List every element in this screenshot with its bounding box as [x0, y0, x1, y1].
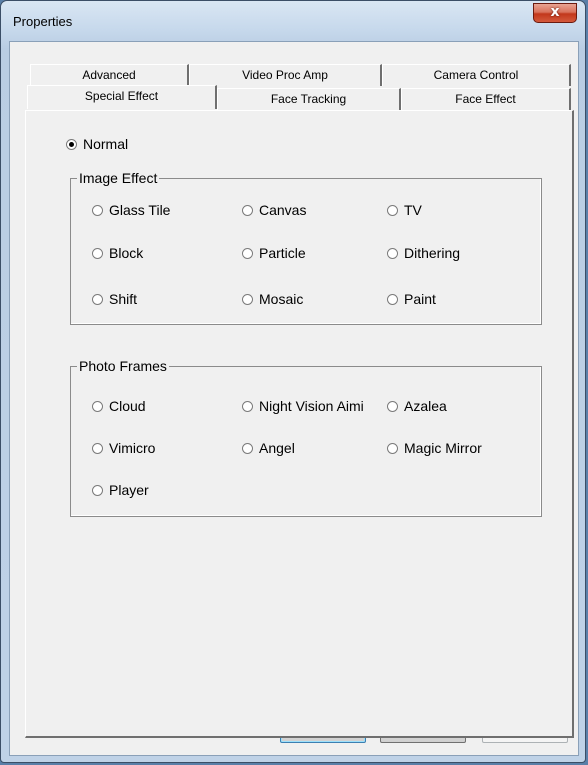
radio-indicator [66, 139, 77, 150]
special-effect-panel: Normal Image Effect Glass Tile Canvas TV [25, 110, 574, 738]
radio-label: Cloud [109, 398, 146, 414]
radio-indicator [387, 248, 398, 259]
close-button[interactable]: x [533, 3, 577, 23]
tab-label: Face Effect [455, 92, 516, 106]
radio-indicator [387, 205, 398, 216]
radio-label: TV [404, 202, 422, 218]
radio-label: Block [109, 245, 144, 261]
tab-video-proc-amp[interactable]: Video Proc Amp [189, 64, 382, 86]
radio-indicator [92, 443, 103, 454]
tab-camera-control[interactable]: Camera Control [382, 64, 571, 86]
radio-indicator [242, 401, 253, 412]
radio-label: Player [109, 482, 149, 498]
tab-label: Camera Control [433, 68, 519, 82]
radio-label: Magic Mirror [404, 440, 482, 456]
dialog-client: Advanced Video Proc Amp Camera Control S… [9, 41, 579, 756]
group-title: Photo Frames [77, 357, 169, 375]
radio-indicator [92, 401, 103, 412]
radio-label: Mosaic [259, 291, 304, 307]
properties-window: Properties x Advanced Video Proc Amp Cam… [0, 0, 586, 763]
radio-label: Night Vision Aimi [259, 398, 364, 414]
radio-indicator [92, 294, 103, 305]
radio-indicator [387, 443, 398, 454]
radio-label: Paint [404, 291, 436, 307]
tab-label: Video Proc Amp [242, 68, 328, 82]
group-title: Image Effect [77, 169, 160, 187]
tab-face-tracking[interactable]: Face Tracking [217, 88, 401, 110]
title-bar[interactable]: Properties x [1, 1, 585, 41]
radio-label: Angel [259, 440, 295, 456]
tab-special-effect[interactable]: Special Effect [27, 85, 217, 109]
radio-indicator [92, 485, 103, 496]
radio-indicator [92, 248, 103, 259]
image-effect-group: Image Effect Glass Tile Canvas TV Block [70, 169, 542, 325]
photo-frames-group: Photo Frames Cloud Night Vision Aimi Aza… [70, 357, 542, 517]
radio-indicator [92, 205, 103, 216]
tab-label: Special Effect [84, 89, 159, 103]
radio-indicator [242, 205, 253, 216]
window-title: Properties [13, 14, 73, 29]
radio-indicator [387, 294, 398, 305]
tab-label: Face Tracking [270, 92, 347, 106]
radio-label: Normal [83, 136, 129, 152]
radio-indicator [242, 443, 253, 454]
radio-label: Canvas [259, 202, 307, 218]
radio-indicator [242, 294, 253, 305]
radio-label: Particle [259, 245, 306, 261]
tab-label: Advanced [82, 68, 136, 82]
radio-indicator [242, 248, 253, 259]
close-icon: x [550, 4, 560, 20]
radio-label: Glass Tile [109, 202, 171, 218]
tab-advanced[interactable]: Advanced [30, 64, 189, 86]
tab-face-effect[interactable]: Face Effect [401, 88, 571, 110]
radio-label: Vimicro [109, 440, 156, 456]
radio-indicator [387, 401, 398, 412]
radio-label: Dithering [404, 245, 461, 261]
radio-label: Azalea [404, 398, 447, 414]
radio-label: Shift [109, 291, 138, 307]
